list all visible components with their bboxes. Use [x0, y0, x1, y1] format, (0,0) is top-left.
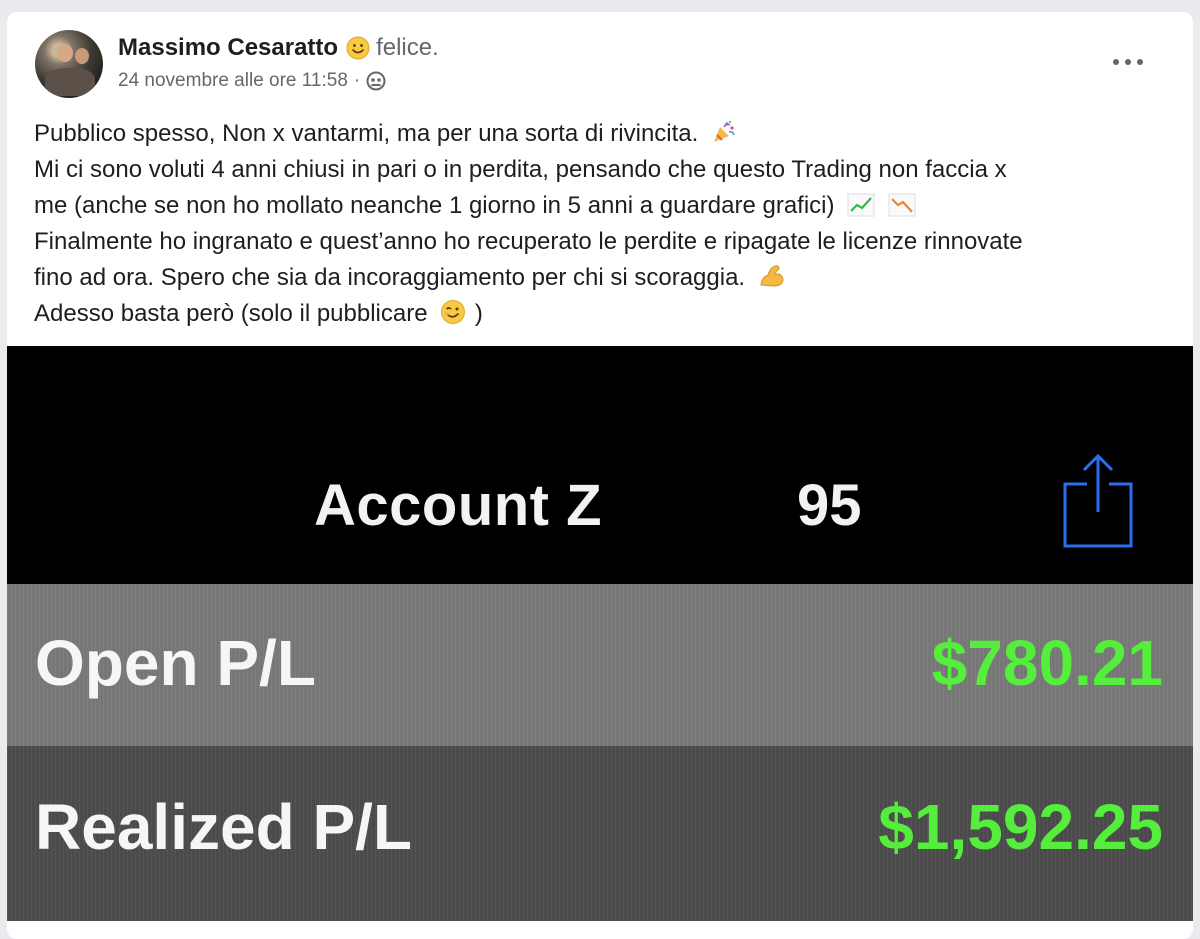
avatar-figure	[45, 68, 95, 96]
account-title: Account Z	[314, 473, 603, 538]
separator: ·	[353, 70, 361, 91]
more-dot	[1125, 59, 1131, 65]
chart-increasing-icon	[847, 193, 875, 217]
party-popper-icon	[713, 120, 735, 142]
post-line-text: Adesso basta però (solo il pubblicare	[34, 300, 428, 327]
timestamp[interactable]: 24 novembre alle ore 11:58	[118, 70, 348, 92]
post-line-text: )	[474, 300, 483, 327]
more-options-icon[interactable]	[1113, 50, 1143, 74]
more-dot	[1113, 59, 1119, 65]
winking-face-icon	[441, 300, 466, 324]
post-line: me (anche se non ho mollato neanche 1 gi…	[34, 188, 1174, 224]
open-pl-label: Open P/L	[35, 627, 316, 699]
post-line: Pubblico spesso, Non x vantarmi, ma per …	[34, 116, 1174, 152]
chart-decreasing-icon	[888, 193, 916, 217]
post-line: Finalmente ho ingranato e quest’anno ho …	[34, 224, 1174, 260]
post-line-text: Finalmente ho ingranato e quest’anno ho …	[34, 228, 1023, 255]
author-name[interactable]: Massimo Cesaratto	[118, 34, 338, 62]
post-line: fino ad ora. Spero che sia da incoraggia…	[34, 260, 1174, 296]
realized-pl-value: $1,592.25	[878, 791, 1163, 863]
flexed-biceps-icon	[760, 265, 784, 287]
post-body: Pubblico spesso, Non x vantarmi, ma per …	[34, 116, 1174, 332]
share-icon[interactable]	[1061, 450, 1135, 550]
smiley-icon	[346, 36, 370, 60]
post-line: Adesso basta però (solo il pubblicare )	[34, 296, 1174, 332]
open-pl-value: $780.21	[931, 627, 1163, 699]
post-line-text: Pubblico spesso, Non x vantarmi, ma per …	[34, 120, 699, 147]
realized-pl-row: Realized P/L $1,592.25	[7, 746, 1193, 921]
post-card: Massimo Cesaratto felice. 24 novembre al…	[7, 12, 1193, 939]
avatar-face	[75, 48, 89, 64]
attached-screenshot[interactable]: Account Z 95 Open P/L $780.21 Realized P…	[7, 346, 1193, 921]
open-pl-row: Open P/L $780.21	[7, 584, 1193, 746]
post-meta: 24 novembre alle ore 11:58 ·	[118, 70, 386, 92]
card-footer-gap	[7, 921, 1193, 939]
post-line-text: Mi ci sono voluti 4 anni chiusi in pari …	[34, 156, 1007, 183]
post-line-text: me (anche se non ho mollato neanche 1 gi…	[34, 192, 835, 219]
account-redaction	[619, 474, 811, 538]
screenshot-header: Account Z 95	[7, 346, 1193, 584]
post-line-text: fino ad ora. Spero che sia da incoraggia…	[34, 264, 746, 291]
more-dot	[1137, 59, 1143, 65]
avatar[interactable]	[35, 30, 103, 98]
realized-pl-label: Realized P/L	[35, 791, 412, 863]
post-line: Mi ci sono voluti 4 anni chiusi in pari …	[34, 152, 1174, 188]
account-number-tail: 95	[797, 473, 862, 538]
avatar-face	[57, 44, 73, 62]
friends-icon[interactable]	[366, 71, 386, 91]
feeling-text: felice.	[376, 34, 439, 61]
post-header: Massimo Cesaratto felice.	[118, 34, 439, 62]
